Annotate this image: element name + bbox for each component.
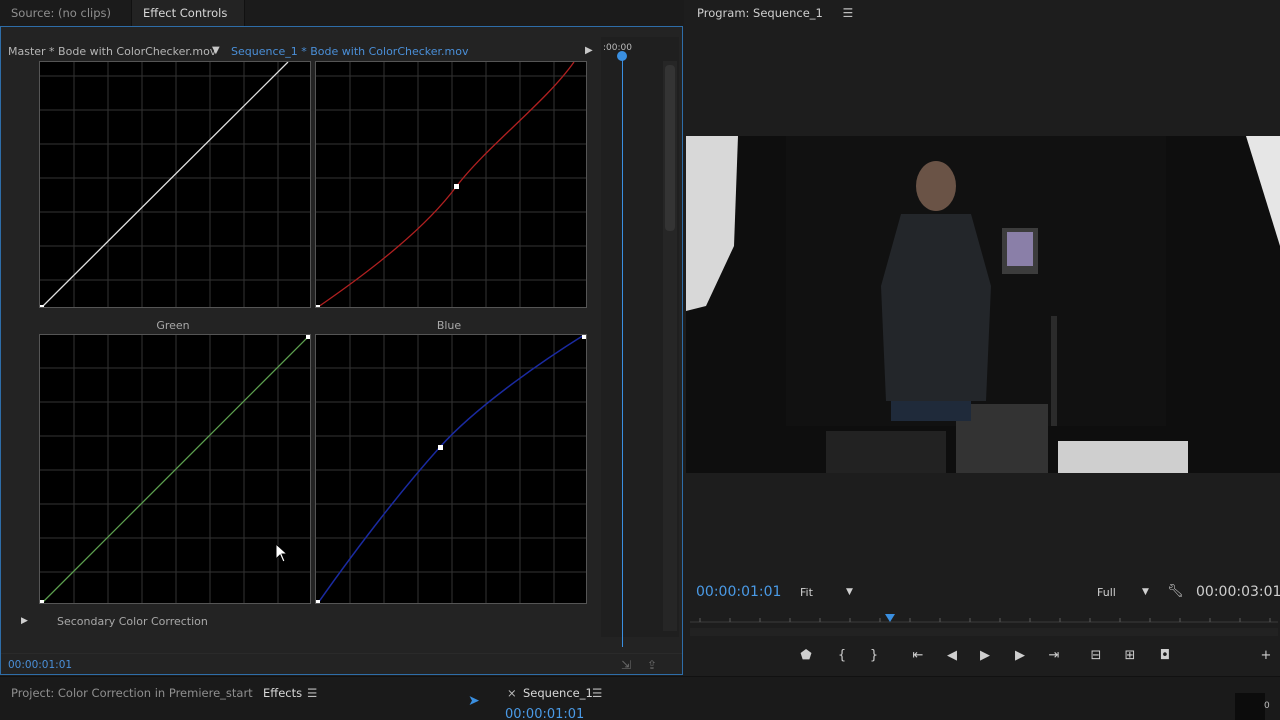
- program-duration: 00:00:03:01: [1196, 584, 1280, 600]
- hamburger-icon[interactable]: ☰: [843, 6, 854, 20]
- mark-out-icon[interactable]: }: [864, 648, 884, 663]
- clip-header: Master * Bode with ColorChecker.mov ▼ Se…: [1, 41, 601, 63]
- hamburger-icon[interactable]: ☰: [307, 686, 317, 700]
- program-title-label: Program: Sequence_1: [697, 6, 823, 20]
- add-button-icon[interactable]: +: [1256, 648, 1276, 663]
- export-icon[interactable]: ⇪: [647, 658, 657, 672]
- green-curve-svg: [40, 335, 310, 603]
- vertical-scrollbar[interactable]: [663, 61, 677, 631]
- playhead-line: [622, 57, 623, 647]
- red-curve-graph[interactable]: [315, 61, 587, 308]
- chevron-down-icon[interactable]: ▼: [212, 45, 220, 56]
- play-triangle-icon[interactable]: ▶: [585, 45, 593, 56]
- play-icon[interactable]: ▶︎: [975, 648, 995, 663]
- master-curve-graph[interactable]: [39, 61, 311, 308]
- blue-curve-point[interactable]: [438, 445, 443, 450]
- tab-effect-controls[interactable]: Effect Controls ☰: [131, 0, 245, 47]
- effect-controls-footer: 00:00:01:01 ⇲ ⇪: [1, 653, 682, 675]
- red-curve-point[interactable]: [454, 184, 459, 189]
- program-monitor-panel: Program: Sequence_1 ☰ 00:00:01:01 Fit ▼ …: [686, 0, 1280, 676]
- effect-controls-panel: Source: (no clips) Effect Controls ☰ Mas…: [0, 0, 684, 676]
- audio-icon[interactable]: ⇲: [621, 658, 631, 672]
- scrollbar-thumb[interactable]: [665, 65, 675, 231]
- sequence-clip-label[interactable]: Sequence_1 * Bode with ColorChecker.mov: [231, 45, 469, 58]
- go-to-out-icon[interactable]: ⇥: [1044, 648, 1064, 663]
- camera-icon[interactable]: ◘: [1155, 648, 1175, 663]
- left-tab-bar: Source: (no clips) Effect Controls ☰: [0, 0, 684, 47]
- secondary-color-correction-label: Secondary Color Correction: [57, 615, 208, 628]
- go-to-in-icon[interactable]: ⇤: [908, 648, 928, 663]
- cursor-arrow-icon: ➤: [468, 693, 480, 709]
- mark-in-icon[interactable]: {: [832, 648, 852, 663]
- video-scene: [686, 136, 1280, 473]
- marker-icon[interactable]: ⬟: [796, 648, 816, 663]
- tab-sequence[interactable]: Sequence_1: [523, 686, 593, 700]
- mouse-pointer-icon: [275, 543, 289, 563]
- effect-controls-frame: Master * Bode with ColorChecker.mov ▼ Se…: [0, 26, 683, 675]
- program-time-ruler[interactable]: [690, 608, 1278, 638]
- track-indicator: [1235, 693, 1265, 720]
- master-curve-svg: [40, 62, 310, 307]
- tab-source[interactable]: Source: (no clips): [0, 0, 131, 27]
- master-clip-label[interactable]: Master * Bode with ColorChecker.mov: [8, 45, 216, 58]
- resolution-select[interactable]: Full: [1097, 586, 1116, 599]
- step-forward-icon[interactable]: ▶: [1010, 648, 1030, 663]
- chevron-down-icon[interactable]: ▼: [1142, 587, 1149, 597]
- expand-arrow-icon[interactable]: ▶: [21, 616, 28, 626]
- program-playhead[interactable]: [885, 614, 895, 622]
- overwrite-icon[interactable]: ⊞: [1120, 648, 1140, 663]
- hamburger-icon[interactable]: ☰: [592, 686, 602, 700]
- zoom-select[interactable]: Fit: [800, 586, 813, 599]
- tab-effect-controls-label: Effect Controls: [143, 6, 228, 20]
- secondary-color-correction-row[interactable]: ▶ Secondary Color Correction: [1, 610, 601, 634]
- tab-effects[interactable]: Effects: [263, 686, 302, 700]
- green-curve-graph[interactable]: [39, 334, 311, 604]
- bottom-panel-bar: Project: Color Correction in Premiere_st…: [0, 676, 1280, 720]
- chevron-down-icon[interactable]: ▼: [846, 587, 853, 597]
- footer-timecode[interactable]: 00:00:01:01: [8, 659, 72, 671]
- green-curve-label: Green: [156, 319, 190, 332]
- ruler-svg: [690, 614, 1278, 636]
- step-back-icon[interactable]: ◀︎: [942, 648, 962, 663]
- program-video-frame[interactable]: [686, 136, 1280, 473]
- tab-source-label: Source: (no clips): [11, 6, 111, 20]
- tab-project[interactable]: Project: Color Correction in Premiere_st…: [11, 686, 253, 700]
- program-current-time[interactable]: 00:00:01:01: [696, 584, 781, 600]
- transport-controls: ⬟ { } ⇤ ◀︎ ▶︎ ▶ ⇥ ⊟ ⊞ ◘ +: [686, 646, 1280, 668]
- blue-curve-label: Blue: [436, 319, 462, 332]
- sequence-timecode[interactable]: 00:00:01:01: [505, 707, 584, 720]
- wrench-icon[interactable]: 🔧︎: [1167, 584, 1184, 599]
- close-icon[interactable]: ×: [507, 686, 517, 700]
- track-count: 0: [1264, 701, 1270, 711]
- blue-curve-svg: [316, 335, 586, 603]
- program-tab[interactable]: Program: Sequence_1 ☰: [697, 6, 853, 20]
- mini-timeline: :00:00: [601, 37, 679, 647]
- blue-curve-graph[interactable]: [315, 334, 587, 604]
- insert-icon[interactable]: ⊟: [1086, 648, 1106, 663]
- red-curve-svg: [316, 62, 586, 307]
